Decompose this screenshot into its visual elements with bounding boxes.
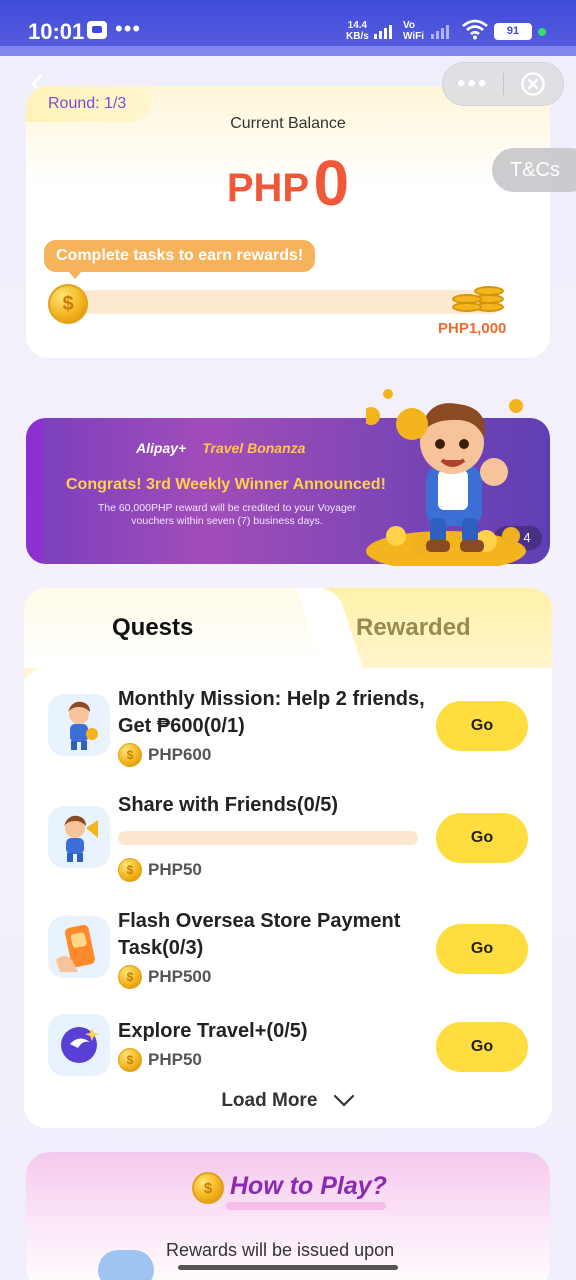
coin-icon: $ <box>48 284 88 324</box>
how-to-play-step: Rewards will be issued upon <box>166 1240 395 1260</box>
load-more-label: Load More <box>221 1090 318 1111</box>
step-icon <box>98 1250 154 1280</box>
balance-card: Round: 1/3 Current Balance PHP 0 Complet… <box>26 86 550 358</box>
terms-button[interactable]: T&Cs <box>492 148 576 192</box>
status-more-dots: ••• <box>115 16 142 41</box>
explorer-mascot-icon <box>366 389 526 566</box>
app-notification-icon <box>87 21 107 39</box>
explorer-avatar-icon <box>48 694 110 756</box>
close-button[interactable] <box>503 62 563 106</box>
network-speed-unit: KB/s <box>346 31 369 42</box>
quests-card: Quests Rewarded Monthly Mission: Help 2 … <box>24 588 552 1128</box>
tab-quests-label[interactable]: Quests <box>112 614 193 642</box>
how-to-play-card: $ How to Play? Rewards will be issued up… <box>26 1152 550 1280</box>
network-speed: 14.4 KB/s <box>346 20 369 42</box>
title-underline <box>226 1202 386 1210</box>
task-reward-amount: PHP50 <box>148 1050 202 1069</box>
vo-label: Vo <box>403 20 416 31</box>
balance-currency: PHP <box>226 166 310 210</box>
load-more-button[interactable]: Load More <box>24 1090 552 1112</box>
task-reward: $ PHP600 <box>118 743 211 767</box>
goal-amount: PHP1,000 <box>438 320 507 337</box>
mini-app-capsule: ••• <box>442 62 564 106</box>
task-title: Monthly Mission: Help 2 friends, Get ₱60… <box>118 688 425 737</box>
task-reward-amount: PHP50 <box>148 860 202 879</box>
coin-icon: $ <box>192 1172 224 1204</box>
coin-icon: $ <box>118 743 142 767</box>
status-time: 10:01 <box>28 19 85 44</box>
task-reward: $ PHP500 <box>118 965 211 989</box>
task-reward: $ PHP50 <box>118 1048 202 1072</box>
signal-2-icon <box>431 23 449 39</box>
chevron-down-icon <box>333 1094 354 1107</box>
banner-title: Congrats! 3rd Weekly Winner Announced! <box>66 476 386 493</box>
task-reward: $ PHP50 <box>118 858 202 882</box>
coin-icon: $ <box>118 965 142 989</box>
banner-brand-alipay: Alipay+ <box>136 440 187 456</box>
signal-icon <box>374 23 392 39</box>
go-button[interactable]: Go <box>436 701 528 751</box>
balance-label: Current Balance <box>230 115 346 132</box>
megaphone-explorer-icon <box>48 806 110 868</box>
task-hint-bubble: Complete tasks to earn rewards! <box>44 240 316 279</box>
go-button[interactable]: Go <box>436 1022 528 1072</box>
coin-stack-icon <box>446 282 510 318</box>
banner-brand: Alipay+ Travel Bonanza <box>136 440 305 456</box>
home-indicator[interactable] <box>178 1265 398 1270</box>
charge-dot-icon <box>538 28 546 36</box>
task-title: Share with Friends(0/5) <box>118 794 339 816</box>
balance-value: 0 <box>313 147 350 219</box>
coin-icon: $ <box>118 1048 142 1072</box>
network-speed-value: 14.4 <box>347 20 368 31</box>
task-title: Flash Oversea Store Payment Task(0/3) <box>118 910 401 959</box>
wifi-label: WiFi <box>403 31 425 42</box>
banner-campaign: Travel Bonanza <box>202 440 306 456</box>
more-options-button[interactable]: ••• <box>443 72 503 96</box>
wifi-icon <box>462 19 488 40</box>
balance-progress-track <box>62 290 502 314</box>
how-to-play-title: How to Play? <box>230 1172 387 1200</box>
close-icon <box>521 72 546 96</box>
task-reward-amount: PHP500 <box>148 967 212 986</box>
battery-icon: 91 <box>494 23 532 40</box>
travel-plus-icon <box>48 1014 110 1076</box>
status-bar: 10:01 ••• 14.4 KB/s Vo WiFi 91 <box>0 0 576 56</box>
task-reward-amount: PHP600 <box>148 745 212 764</box>
task-title: Explore Travel+(0/5) <box>118 1020 308 1042</box>
tab-rewarded[interactable]: Rewarded <box>356 614 471 642</box>
banner-description: The 60,000PHP reward will be credited to… <box>97 502 357 527</box>
go-button[interactable]: Go <box>436 813 528 863</box>
vowifi-indicator: Vo WiFi <box>403 20 424 42</box>
go-button[interactable]: Go <box>436 924 528 974</box>
phone-payment-icon <box>48 916 110 978</box>
task-progress-bar <box>118 831 418 845</box>
coin-icon: $ <box>118 858 142 882</box>
balance-amount: PHP 0 <box>26 146 550 220</box>
